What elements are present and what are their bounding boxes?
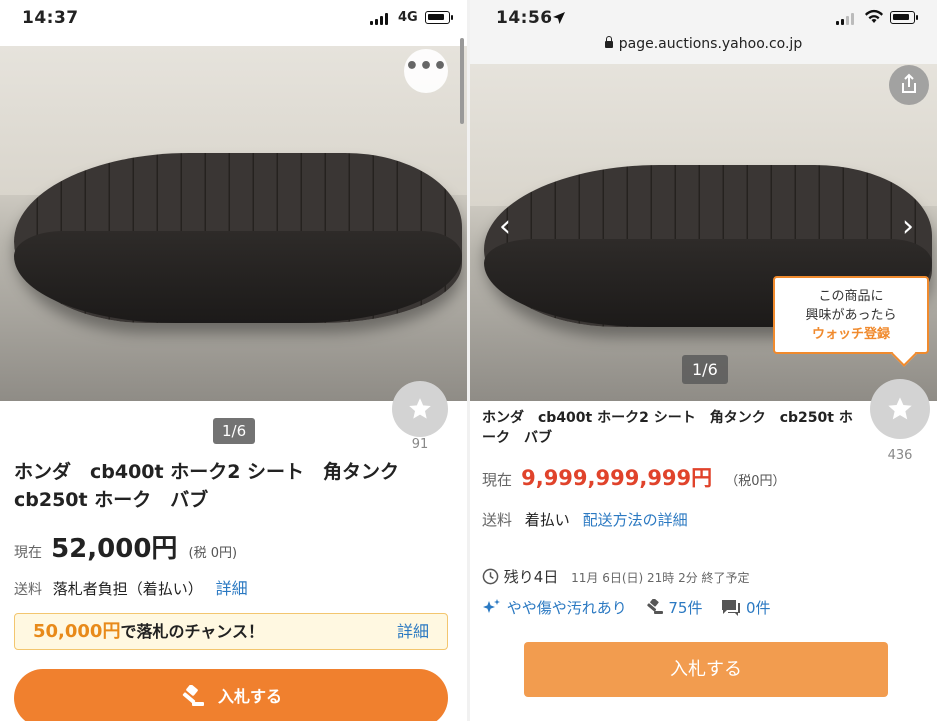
bid-count-link[interactable]: 75件: [668, 599, 702, 617]
status-time: 14:37: [22, 8, 79, 28]
signal-icon: [370, 13, 388, 25]
shipping-row: 送料 着払い 配送方法の詳細: [482, 509, 688, 530]
share-button[interactable]: [889, 65, 929, 105]
url-text: page.auctions.yahoo.co.jp: [618, 36, 803, 52]
star-icon: [888, 397, 912, 420]
right-screenshot: 14:56 page.auctions.yahoo.co.jp ‹ › 1/6 …: [470, 0, 937, 721]
chance-amount: 50,000円: [33, 621, 121, 642]
left-screenshot: 14:37 4G ••• 1/6 91 ホンダ cb400t ホーク2 シート …: [0, 0, 467, 721]
tax-label: （税0円）: [725, 474, 786, 489]
more-icon: •••: [404, 54, 448, 79]
price-label: 現在: [482, 471, 513, 489]
signal-icon: [836, 13, 854, 25]
item-photo[interactable]: [0, 46, 467, 401]
shipping-detail-link[interactable]: 詳細: [216, 579, 248, 598]
seat-side-image: [14, 230, 463, 323]
status-time: 14:56: [496, 8, 553, 28]
chevron-left-icon: ‹: [499, 209, 511, 244]
gavel-icon: [646, 598, 663, 614]
current-price: 9,999,999,999円: [521, 466, 713, 490]
gavel-icon: [182, 684, 204, 706]
status-bar: 14:37 4G: [0, 0, 467, 36]
bid-button[interactable]: 入札する: [524, 642, 888, 697]
battery-icon: [890, 11, 918, 24]
bid-button-label: 入札する: [670, 659, 742, 680]
star-icon: [409, 398, 431, 419]
battery-icon: [425, 11, 453, 24]
image-counter: 1/6: [682, 355, 728, 384]
share-icon: [902, 73, 916, 93]
chance-detail-link[interactable]: 詳細: [397, 614, 429, 649]
chance-text: で落札のチャンス！: [120, 622, 264, 641]
clock-icon: [482, 568, 499, 585]
tooltip-line-1: この商品に: [818, 289, 884, 304]
comment-icon: [722, 600, 741, 616]
shipping-row: 送料 落札者負担（着払い） 詳細: [14, 575, 248, 599]
image-counter: 1/6: [213, 418, 256, 444]
lock-icon: [604, 36, 613, 48]
tooltip-watch-link[interactable]: ウォッチ登録: [775, 325, 927, 344]
end-time: 11月 6日(日) 21時 2分 終了予定: [571, 571, 750, 585]
more-button[interactable]: •••: [404, 49, 448, 93]
item-title: ホンダ cb400t ホーク2 シート 角タンク cb250t ホーク バブ: [14, 461, 400, 511]
watch-tooltip: この商品に 興味があったら ウォッチ登録: [773, 276, 929, 354]
next-image-button[interactable]: ›: [893, 208, 923, 248]
watch-button[interactable]: [870, 379, 930, 439]
carrier-label: 4G: [398, 10, 418, 25]
price-label: 現在: [14, 545, 42, 561]
wifi-icon: [865, 9, 883, 23]
location-arrow-icon: [553, 12, 565, 24]
tooltip-line-2: 興味があったら: [805, 308, 897, 323]
watch-count: 436: [887, 448, 913, 463]
item-title: ホンダ cb400t ホーク2 シート 角タンク cb250t ホーク バブ: [482, 410, 853, 446]
watch-count: 91: [411, 437, 429, 452]
shipping-label: 送料: [482, 511, 513, 529]
chance-banner[interactable]: 50,000円で落札のチャンス！ 詳細: [14, 613, 448, 650]
shipping-value: 着払い: [524, 511, 570, 529]
chevron-right-icon: ›: [902, 209, 914, 244]
time-remaining: 残り4日: [503, 568, 559, 586]
bid-button[interactable]: 入札する: [14, 669, 448, 721]
tax-label: (税 0円): [188, 546, 238, 561]
sparkle-icon: [483, 599, 500, 613]
prev-image-button[interactable]: ‹: [490, 208, 520, 248]
price-row: 現在 9,999,999,999円 （税0円）: [482, 462, 786, 492]
status-bar: 14:56: [470, 0, 937, 36]
address-bar[interactable]: page.auctions.yahoo.co.jp: [470, 36, 937, 64]
shipping-method-link[interactable]: 配送方法の詳細: [583, 511, 688, 529]
price-row: 現在 52,000円 (税 0円): [14, 528, 237, 565]
comment-count-link[interactable]: 0件: [746, 599, 771, 617]
condition-link[interactable]: やや傷や汚れあり: [507, 599, 627, 617]
scrollbar[interactable]: [460, 38, 464, 124]
watch-button[interactable]: [392, 381, 448, 437]
shipping-label: 送料: [14, 582, 42, 598]
time-remaining-row: 残り4日 11月 6日(日) 21時 2分 終了予定: [482, 566, 750, 587]
current-price: 52,000円: [51, 534, 178, 564]
shipping-value: 落札者負担（着払い）: [52, 580, 203, 598]
bid-button-label: 入札する: [217, 687, 282, 706]
item-stats-row: やや傷や汚れあり 75件 0件: [482, 597, 771, 618]
